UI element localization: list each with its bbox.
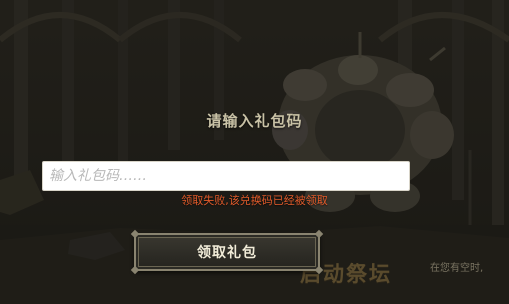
dialog-title: 请输入礼包码 (206, 112, 303, 130)
claim-gift-button[interactable]: 领取礼包 (130, 229, 324, 275)
gift-code-input[interactable] (42, 161, 410, 191)
claim-gift-button-label: 领取礼包 (197, 245, 257, 261)
gift-code-screen: 启动祭坛 在您有空时, 请输入礼包码 领取失败,该兑换码已经被领取 领取礼包 (0, 0, 509, 304)
error-message: 领取失败,该兑换码已经被领取 (181, 194, 328, 207)
altar-subtitle: 在您有空时, (430, 263, 484, 274)
